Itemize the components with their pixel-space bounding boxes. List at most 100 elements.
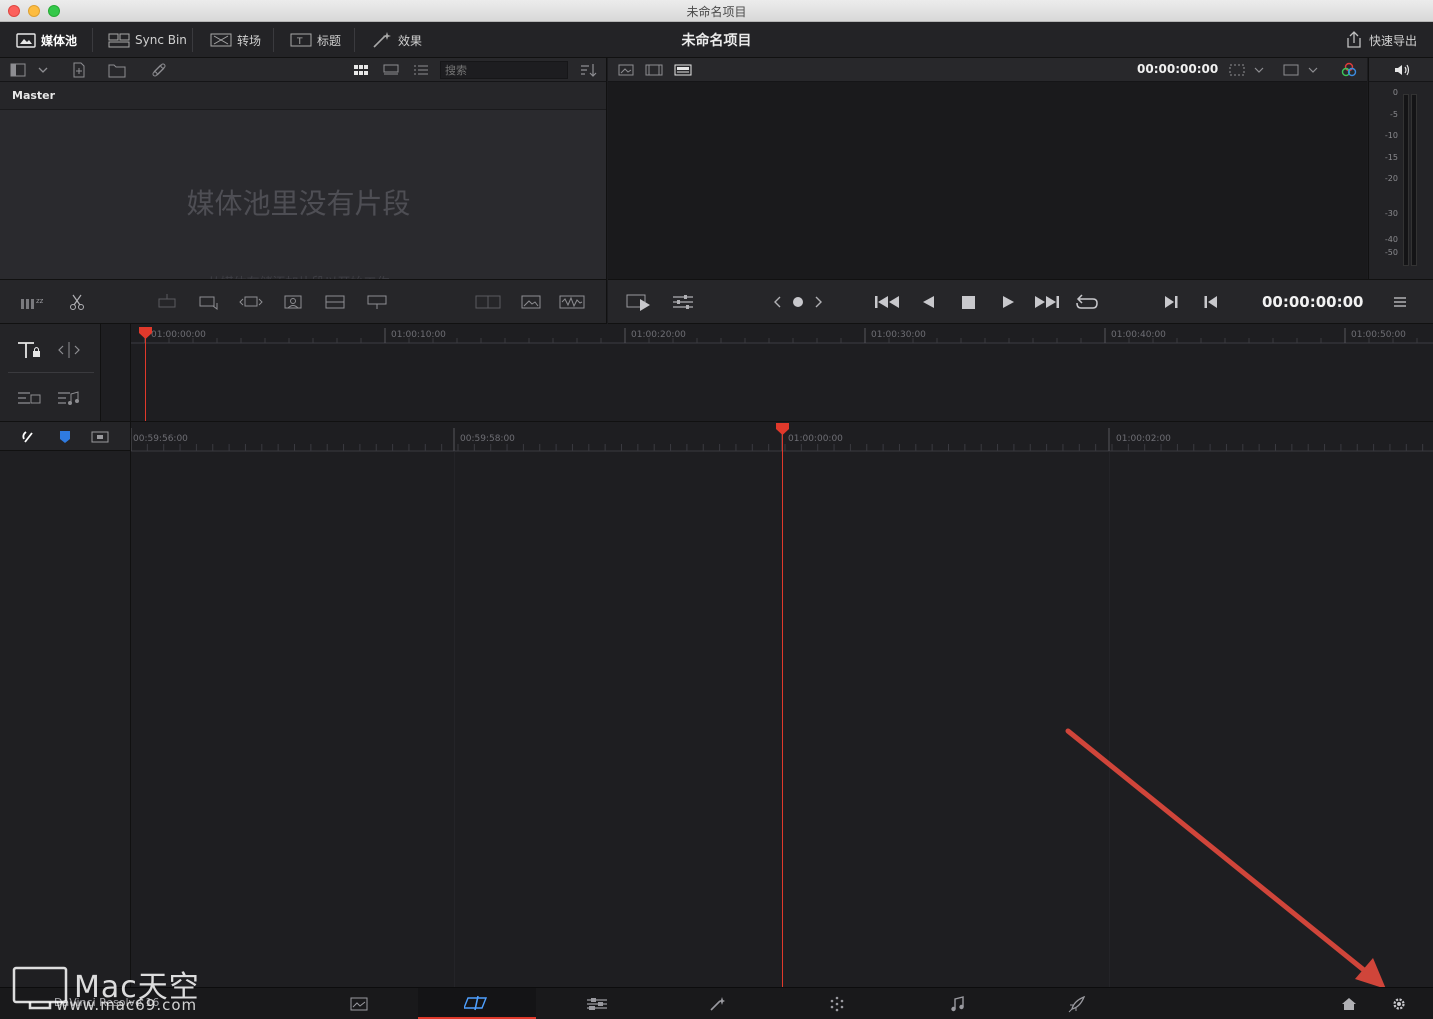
relink-icon[interactable] [148,62,170,78]
chevron-down-icon[interactable] [34,62,52,78]
edit-tools-bar: zz [0,279,607,324]
list-view-icon[interactable] [410,62,432,78]
source-overwrite-icon[interactable] [364,292,390,312]
timeline-zoom-icon[interactable] [54,338,84,362]
home-icon [1342,998,1356,1010]
music-note-icon [951,996,964,1012]
ruler-tick-label: 01:00:40:00 [1111,330,1166,340]
play-reverse-icon[interactable] [916,292,940,312]
empty-pool-title: 媒体池里没有片段 [186,187,411,220]
audio-waveform-icon[interactable] [558,292,586,312]
thumbnail-view-icon[interactable] [350,62,372,78]
stop-icon[interactable] [956,292,980,312]
scissors-icon[interactable] [66,292,88,312]
window-titlebar: 未命名项目 [0,0,1433,22]
sort-icon[interactable] [578,62,600,78]
viewer-timecode-top[interactable]: 00:00:00:00 [1137,62,1218,76]
viewer-mode-dropdown[interactable] [1280,62,1320,78]
project-manager-button[interactable] [1334,988,1364,1019]
magic-wand-icon [373,32,391,48]
ruler-tick-label: 01:00:50:00 [1351,330,1406,340]
upper-timeline[interactable]: 01:00:00:00 01:00:10:00 01:00:20:00 01:0… [131,324,1433,421]
place-on-top-icon[interactable] [322,292,348,312]
transitions-button[interactable]: 转场 [202,28,269,52]
meter-label: -20 [1384,174,1398,183]
safe-area-dropdown[interactable] [1226,62,1266,78]
meter-label: -15 [1384,153,1398,162]
source-clip-icon[interactable] [616,62,636,78]
hamburger-menu-icon[interactable] [1388,292,1412,312]
ruler-tick-label: 01:00:10:00 [391,330,446,340]
lower-playhead-line [782,434,783,988]
media-page-button[interactable] [300,988,418,1019]
dual-viewer-icon[interactable] [474,292,502,312]
quick-export-button[interactable]: 快速导出 [1336,28,1425,52]
jump-to-start-icon[interactable] [872,292,902,312]
media-pool-toolbar [0,58,607,82]
sync-bin-button[interactable]: Sync Bin [100,28,195,52]
next-edit-icon[interactable] [810,293,826,311]
sync-bin-label: Sync Bin [135,33,187,47]
project-settings-button[interactable] [1384,988,1414,1019]
meter-label: 0 [1392,88,1398,97]
fairlight-page-button[interactable] [898,988,1016,1019]
adjust-sliders-icon[interactable] [670,291,696,313]
close-up-icon[interactable] [280,292,306,312]
window-title: 未命名项目 [686,5,747,19]
audio-waveform-toggle-icon[interactable] [54,386,84,410]
ruler-tick-label: 01:00:20:00 [631,330,686,340]
media-pool-label: 媒体池 [41,33,78,48]
filmstrip-view-icon[interactable] [380,62,402,78]
snooze-clips-icon[interactable]: zz [18,292,50,312]
titles-label: 标题 [317,33,342,48]
lock-track-icon[interactable] [14,338,44,362]
cut-page-button[interactable] [418,988,536,1019]
effects-button[interactable]: 效果 [363,28,430,52]
import-media-icon[interactable] [68,62,90,78]
jump-to-end-icon[interactable] [1032,292,1062,312]
picture-view-icon[interactable] [518,292,544,312]
ruler-tick-label: 00:59:58:00 [460,434,515,444]
meter-label: -50 [1384,248,1398,257]
append-icon[interactable] [196,292,222,312]
gear-icon [1393,998,1405,1010]
play-icon[interactable] [996,292,1020,312]
titles-icon: T [290,33,312,47]
speaker-icon[interactable] [1391,62,1413,78]
viewer-canvas[interactable] [608,82,1367,279]
transitions-label: 转场 [237,33,262,48]
upper-playhead-marker[interactable] [138,326,153,340]
snapping-magnet-icon[interactable] [18,427,40,447]
previous-edit-icon[interactable] [770,293,786,311]
timeline-view-icon[interactable] [672,62,694,78]
record-dot-icon[interactable] [790,293,806,311]
transitions-icon [210,33,232,47]
lower-playhead-marker[interactable] [775,422,790,436]
fusion-page-button[interactable] [658,988,776,1019]
ruler-tick-label: 00:59:56:00 [133,434,188,444]
meter-bar-left [1403,94,1409,266]
position-lock-icon[interactable] [88,427,112,447]
titles-button[interactable]: T 标题 [282,28,349,52]
viewer-timecode[interactable]: 00:00:00:00 [1262,293,1364,311]
media-pool-button[interactable]: 媒体池 [8,28,85,52]
mark-in-icon[interactable] [1160,292,1182,312]
loop-icon[interactable] [1072,292,1102,312]
marker-flag-icon[interactable] [54,427,76,447]
source-tape-icon[interactable] [644,62,664,78]
toolbar-divider [273,28,274,52]
bin-header[interactable]: Master [0,82,606,110]
ripple-overwrite-icon[interactable] [238,292,264,312]
cinema-viewer-icon[interactable] [622,291,656,313]
new-bin-icon[interactable] [106,62,128,78]
sidebar-toggle-icon[interactable] [8,62,28,78]
audio-track-height-icon[interactable] [14,386,44,410]
search-input[interactable] [440,61,568,79]
mark-out-icon[interactable] [1200,292,1222,312]
deliver-page-button[interactable] [1018,988,1136,1019]
color-page-button[interactable] [778,988,896,1019]
smart-insert-icon[interactable] [154,292,180,312]
edit-page-button[interactable] [538,988,656,1019]
top-toolbar: 媒体池 Sync Bin 转场 T 标题 效果 未命名项目 快速导出 [0,22,1433,58]
color-wheel-icon[interactable] [1338,62,1360,78]
